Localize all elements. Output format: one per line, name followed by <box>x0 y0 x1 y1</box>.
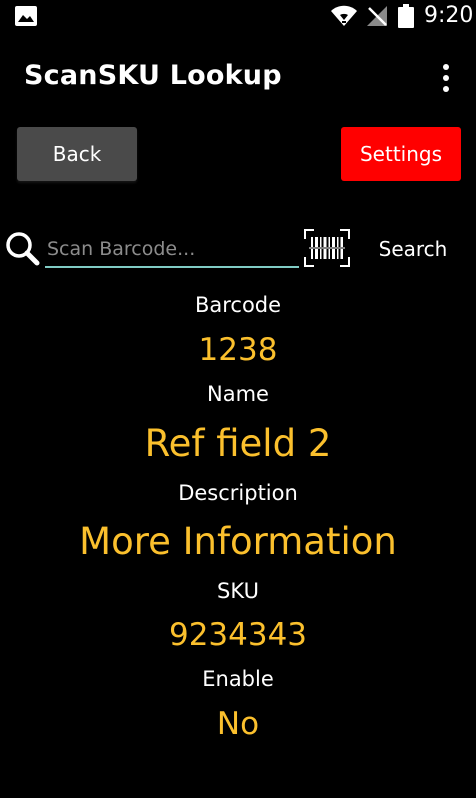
gallery-icon <box>15 6 37 26</box>
app-screen: 9:20 ScanSKU Lookup Back Settings Search <box>0 0 476 798</box>
sku-label: SKU <box>217 579 259 603</box>
barcode-label: Barcode <box>194 293 282 317</box>
description-label: Description <box>178 481 298 505</box>
wifi-icon <box>331 5 357 26</box>
status-time: 9:20 <box>424 3 474 28</box>
app-title: ScanSKU Lookup <box>24 60 282 91</box>
battery-icon <box>398 4 414 28</box>
back-button[interactable]: Back <box>17 127 137 181</box>
status-bar: 9:20 <box>0 0 476 32</box>
description-value: More Information <box>79 520 397 563</box>
barcode-value: 1238 <box>198 332 278 368</box>
barcode-scan-icon[interactable] <box>304 229 350 267</box>
menu-dot <box>443 86 449 92</box>
menu-dot <box>443 75 449 81</box>
search-icon[interactable] <box>4 230 40 266</box>
scan-barcode-input[interactable] <box>45 232 299 268</box>
enable-value: No <box>216 706 260 742</box>
name-label: Name <box>207 382 269 406</box>
sku-value: 9234343 <box>168 617 308 653</box>
search-button[interactable]: Search <box>372 234 454 264</box>
app-bar: ScanSKU Lookup <box>0 32 476 124</box>
name-value: Ref field 2 <box>144 422 332 465</box>
enable-label: Enable <box>202 667 274 691</box>
menu-dot <box>443 64 449 70</box>
overflow-menu-icon[interactable] <box>430 60 462 96</box>
settings-button[interactable]: Settings <box>341 127 461 181</box>
signal-off-icon <box>367 6 387 26</box>
